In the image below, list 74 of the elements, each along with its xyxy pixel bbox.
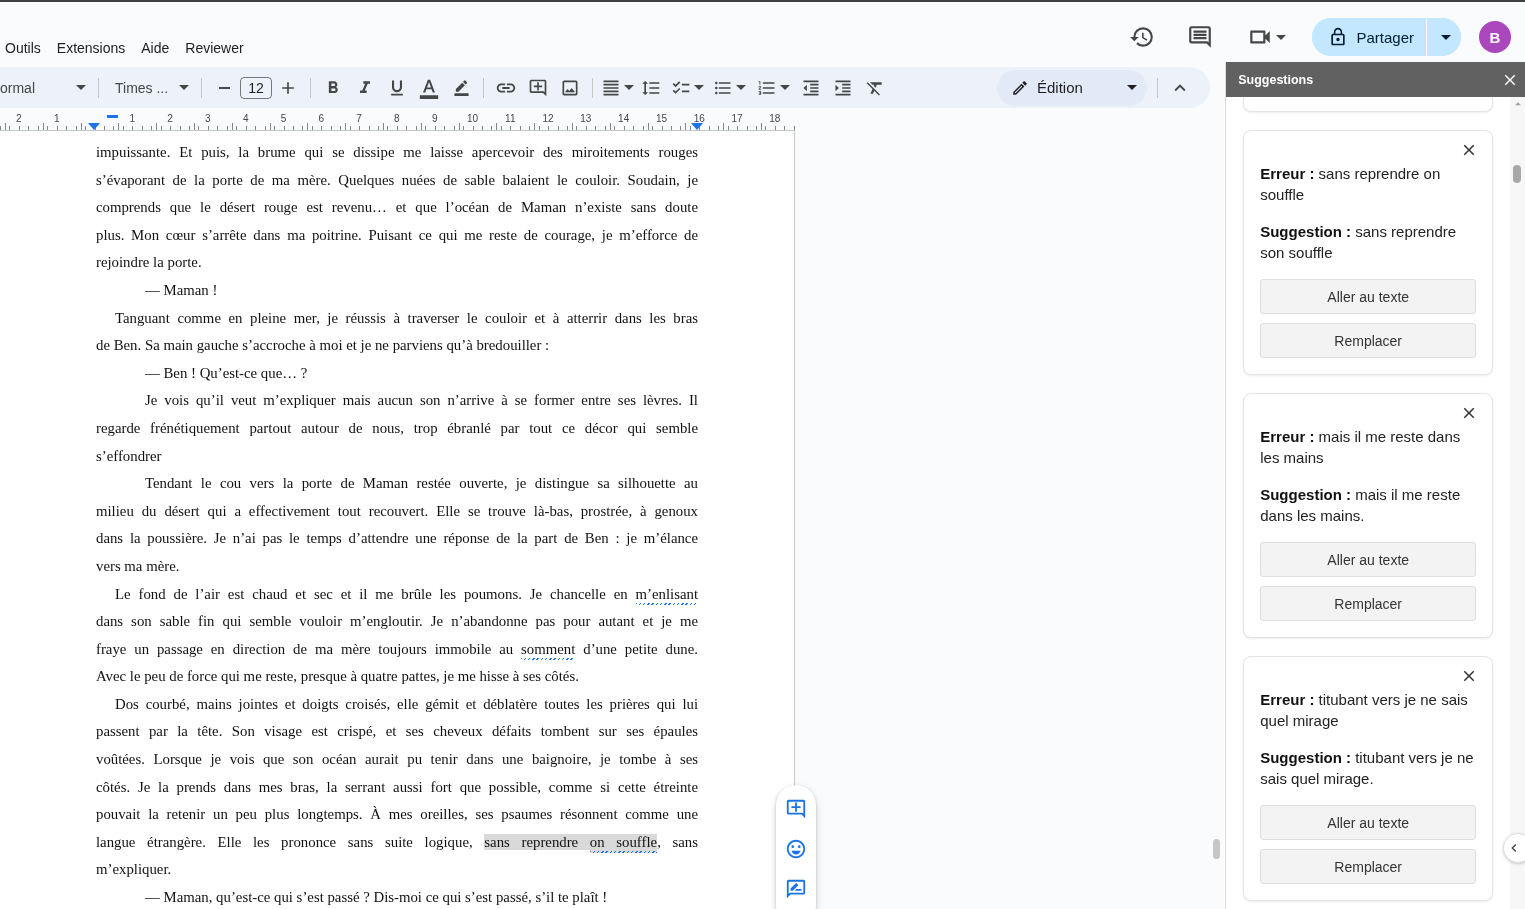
caret-icon [779,85,790,90]
card-button[interactable]: Aller au texte [1260,542,1477,577]
suggestion-text: Suggestion : mais il me reste dans les mains. [1260,485,1462,526]
panel-title: Suggestions [1238,72,1314,87]
caret-icon [1440,34,1451,40]
ruler-number: 6 [317,112,326,124]
suggestion-text: Suggestion : sans reprendre son souffle [1260,222,1458,263]
paragraph: — Maman, qu’est-ce qui s’est passé ? Dis-moi ce qui s’est passé, s’il te plaît ! [144,888,609,908]
card-button[interactable]: Aller au texte [1260,805,1477,840]
font-dropdown[interactable]: Times ... [105,71,195,104]
menu-item[interactable]: Extensions [56,40,126,56]
scrollbar-thumb[interactable] [1213,839,1220,859]
paragraph: Dos courbé, mains jointes et doigts croisés, elle gémit et déblatère toutes les prières qui lui passent par la tête. Son visage est crispé, et ses cheveux défaits tombent sur ses épaules voûtées. Lorsque je vois que son océan aurait pu tenir dans une baignoire, je tombe à ses côtés. Je la prends dans mes bras, la serrant aussi fort que possible, comme si cette étreinte pouvait la retenir un peu plus longtemps. À mes oreilles, ses psaumes résonnent comme une langue étrangère. Elle les prononce sans suite logique, sans reprendre on souffle, sans m’expliquer. [96,694,698,880]
ruler-number: 12 [541,112,555,124]
ruler-number: 7 [355,112,363,124]
caret-icon [1127,85,1137,90]
ruler-number: 17 [730,112,744,124]
ruler-number: 13 [579,112,593,124]
card-button[interactable]: Remplacer [1260,849,1477,884]
caret-icon [179,85,189,90]
paragraph: Je vois qu’il veut m’expliquer mais aucun son n’arrive à se former entre ses lèvres. Il regarde frénétiquement partout autour de nous, trop ébranlé par tout ce décor qui semble s’effondrer [96,391,698,466]
user-avatar[interactable]: B [1479,21,1511,53]
ruler-number: 4 [241,112,250,124]
scrollbar-thumb[interactable] [1513,165,1521,183]
first-line-indent-marker[interactable] [107,115,118,118]
ruler-number: 3 [204,112,212,124]
smiley-icon [785,838,807,860]
menu-item[interactable]: Reviewer [185,40,244,56]
history-icon [1129,24,1156,50]
editing-mode-dropdown[interactable]: Édition [997,69,1147,106]
paragraph: impuissante. Et puis, la brume qui se dissipe me laisse apercevoir des miroitements rouges s’évaporant de la porte de ma mère. Quelques nuées de sable balaient le couloir. Soudain, je comprends que le désert rouge est revenu… et que l’océan de Maman n’existe sans doute plus. Mon cœur s’arrête dans ma poitrine. Puisant ce qui me reste de courage, je m’efforce de rejoindre la porte. [96,143,698,273]
card-button[interactable]: Aller au texte [1260,279,1477,314]
ruler-number: 2 [166,112,174,124]
ruler-number: 11 [504,112,517,124]
card-button[interactable]: Remplacer [1260,586,1477,621]
ruler-number: 15 [654,112,668,124]
paragraph: Tanguant comme en pleine mer, je réussis à traverser le couloir et à atterrir dans les bras de Ben. Sa main gauche s’accroche à moi et je ne parviens qu’à bredouiller : [96,308,698,356]
pen-icon [452,79,470,96]
ruler-number: 1 [52,112,61,124]
error-text: Erreur : mais il me reste dans les mains [1260,427,1462,468]
menu-item[interactable]: Aide [141,40,170,56]
ruler-number: 16 [692,112,706,124]
ruler-number: 10 [465,112,479,124]
ruler-number: 14 [617,112,631,124]
caret-icon [623,85,634,90]
error-text: Erreur : titubant vers je ne sais quel mirage [1260,690,1469,731]
menu-item[interactable]: Outils [5,40,41,56]
edit-comment-icon [785,878,807,900]
collapse-panel-button[interactable] [1503,833,1525,863]
ruler-number: 8 [393,112,401,124]
ruler-number: 18 [768,112,782,124]
caret-icon [1275,34,1286,40]
suggestion-text: Suggestion : titubant vers je ne sais quel mirage. [1260,748,1475,789]
ruler-number: 1 [128,112,137,124]
add-comment-icon [528,77,548,98]
add-comment-icon [785,798,807,820]
caret-icon [693,85,704,90]
minus-icon [218,86,230,89]
paragraph: — Ben ! Qu’est-ce que… ? [144,363,309,383]
style-dropdown[interactable]: ormal [0,71,92,104]
comment-icon [1187,24,1214,50]
paragraph: — Maman ! [144,280,219,300]
paragraph: Tendant le cou vers la porte de Maman restée ouverte, je distingue sa silhouette au milieu du désert qui a effectivement tout recouvert. Elle se trouve là-bas, prostrée, à genoux dans la poussière. Je n’ai pas le temps d’attendre une réponse de la part de Ben : je m’élance vers ma mère. [96,474,698,576]
font-size-field[interactable]: 12 [240,76,272,99]
card-button[interactable]: Remplacer [1260,323,1477,358]
ruler-number: 2 [15,112,23,124]
ruler-number: 9 [430,112,439,124]
caret-icon [76,85,86,90]
ruler-number: 5 [279,112,288,124]
share-button[interactable]: Partager [1312,18,1427,56]
paragraph: Le fond de l’air est chaud et sec et il me brûle les poumons. Je chancelle en m’enlisant dans son sable fin qui semble vouloir m’engloutir. Je n’abandonne pas pour autant et je me fraye un passage en direction de ma mère toujours immobile au somment d’une petite dune. Avec le peu de force qui me reste, presque à quatre pattes, je me hisse à ses côtés. [96,584,698,687]
error-text: Erreur : sans reprendre on souffle [1260,164,1442,205]
pencil-icon [1011,78,1029,97]
caret-icon [735,85,746,90]
